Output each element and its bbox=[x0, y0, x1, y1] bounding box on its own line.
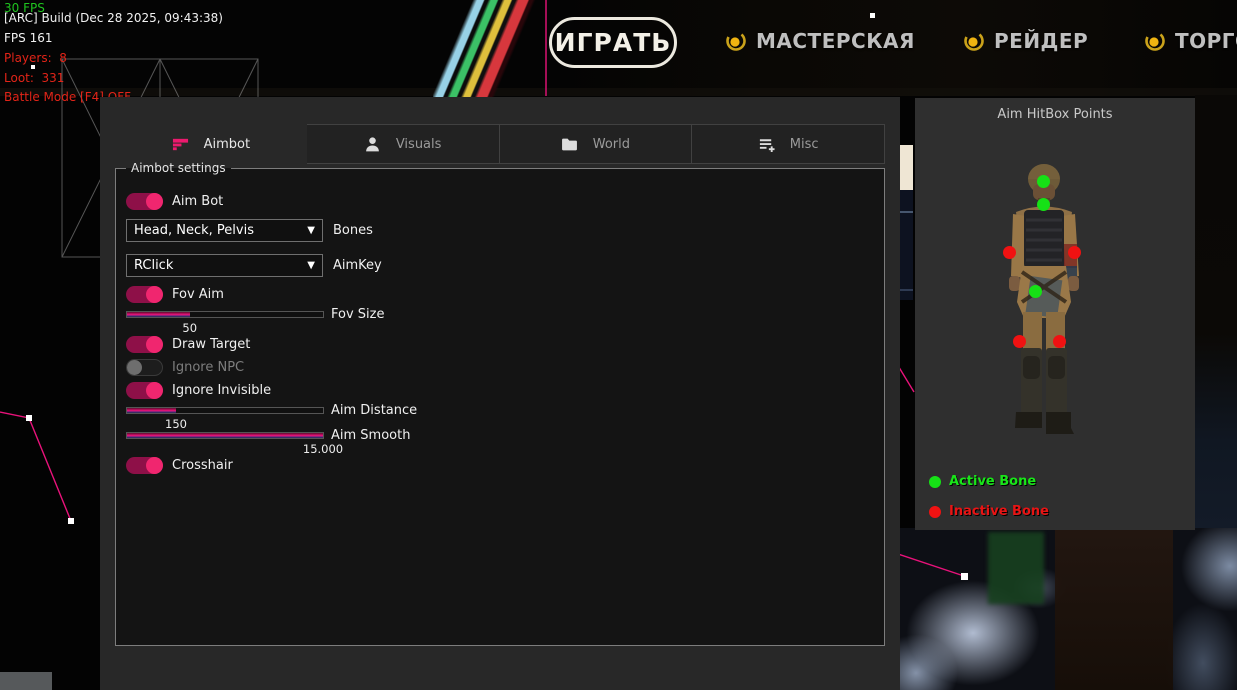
slider-fill bbox=[127, 408, 176, 413]
fov-aim-row: Fov Aim bbox=[126, 286, 874, 303]
hitbox-point-pelvis[interactable] bbox=[1029, 285, 1042, 298]
aim-distance-row: 150 Aim Distance bbox=[126, 405, 874, 426]
toggle-knob bbox=[146, 193, 163, 210]
toggle-knob bbox=[146, 336, 163, 353]
dropdown-value: Head, Neck, Pelvis bbox=[134, 223, 254, 238]
toggle-knob bbox=[127, 360, 142, 375]
aim-smooth-slider[interactable]: 15.000 bbox=[126, 432, 324, 439]
menu-item-trader[interactable]: ТОРГОВЦЫ bbox=[1144, 29, 1237, 53]
slider-fill bbox=[127, 312, 190, 317]
hitbox-panel: Aim HitBox Points bbox=[915, 98, 1195, 530]
active-bone-dot bbox=[929, 476, 941, 488]
person-icon bbox=[364, 136, 381, 153]
raider-icon bbox=[963, 30, 985, 52]
aimbot-settings-group: Aimbot settings Aim Bot Head, Neck, Pelv… bbox=[115, 161, 885, 646]
ignore-invisible-toggle[interactable] bbox=[126, 382, 163, 399]
screen: 30 FPS [ARC] Build (Dec 28 2025, 09:43:3… bbox=[0, 0, 1237, 690]
legend-inactive-bone: Inactive Bone bbox=[929, 504, 1049, 519]
build-info: [ARC] Build (Dec 28 2025, 09:43:38) bbox=[4, 11, 223, 25]
fov-size-slider[interactable]: 50 bbox=[126, 311, 324, 318]
folder-icon bbox=[561, 136, 578, 153]
playlist-add-icon bbox=[758, 136, 775, 153]
players-counter: Players: 8 bbox=[4, 51, 67, 65]
tab-visuals[interactable]: Visuals bbox=[307, 124, 500, 164]
ignore-npc-toggle[interactable] bbox=[126, 359, 163, 376]
menu-item-workshop[interactable]: МАСТЕРСКАЯ bbox=[725, 29, 915, 53]
inactive-bone-dot bbox=[929, 506, 941, 518]
chevron-down-icon: ▼ bbox=[307, 225, 315, 236]
workshop-icon bbox=[725, 30, 747, 52]
ignore-invisible-row: Ignore Invisible bbox=[126, 382, 874, 399]
tab-world[interactable]: World bbox=[500, 124, 693, 164]
slider-label: Fov Size bbox=[331, 307, 384, 322]
toggle-label: Aim Bot bbox=[172, 194, 223, 209]
hitbox-point-neck[interactable] bbox=[1037, 198, 1050, 211]
cheat-window: Aimbot Visuals World bbox=[100, 97, 900, 690]
dropdown-label: AimKey bbox=[333, 258, 382, 273]
draw-target-toggle[interactable] bbox=[126, 336, 163, 353]
loot-counter: Loot: 331 bbox=[4, 71, 64, 85]
legend-label: Inactive Bone bbox=[949, 504, 1049, 519]
crosshair-row: Crosshair bbox=[126, 457, 874, 474]
hitbox-point-right-arm[interactable] bbox=[1068, 246, 1081, 259]
slider-value: 15.000 bbox=[303, 442, 343, 456]
slider-label: Aim Smooth bbox=[331, 428, 410, 443]
pistol-icon bbox=[172, 136, 189, 153]
trader-icon bbox=[1144, 30, 1166, 52]
slider-label: Aim Distance bbox=[331, 403, 417, 418]
aim-distance-slider[interactable]: 150 bbox=[126, 407, 324, 414]
tab-bar: Aimbot Visuals World bbox=[115, 124, 885, 164]
aimkey-row: RClick ▼ AimKey bbox=[126, 251, 874, 280]
tab-label: Visuals bbox=[396, 137, 442, 152]
fov-aim-toggle[interactable] bbox=[126, 286, 163, 303]
bones-dropdown[interactable]: Head, Neck, Pelvis ▼ bbox=[126, 219, 323, 242]
toggle-label: Ignore NPC bbox=[172, 360, 244, 375]
tab-label: World bbox=[593, 137, 630, 152]
legend-label: Active Bone bbox=[949, 474, 1036, 489]
slider-value: 50 bbox=[182, 321, 197, 335]
toggle-knob bbox=[146, 286, 163, 303]
hitbox-point-right-knee[interactable] bbox=[1053, 335, 1066, 348]
slider-value: 150 bbox=[165, 417, 187, 431]
toggle-knob bbox=[146, 382, 163, 399]
aimkey-dropdown[interactable]: RClick ▼ bbox=[126, 254, 323, 277]
aim-bot-row: Aim Bot bbox=[126, 193, 874, 210]
toggle-label: Ignore Invisible bbox=[172, 383, 271, 398]
menu-item-label: МАСТЕРСКАЯ bbox=[756, 29, 915, 53]
ignore-npc-row: Ignore NPC bbox=[126, 359, 874, 376]
draw-target-row: Draw Target bbox=[126, 336, 874, 353]
hitbox-point-left-arm[interactable] bbox=[1003, 246, 1016, 259]
tab-label: Misc bbox=[790, 137, 819, 152]
bones-row: Head, Neck, Pelvis ▼ Bones bbox=[126, 216, 874, 245]
crosshair-toggle[interactable] bbox=[126, 457, 163, 474]
toggle-label: Crosshair bbox=[172, 458, 233, 473]
group-title: Aimbot settings bbox=[126, 161, 231, 175]
toggle-label: Fov Aim bbox=[172, 287, 224, 302]
dropdown-label: Bones bbox=[333, 223, 373, 238]
slider-fill bbox=[127, 433, 323, 438]
menu-item-label: РЕЙДЕР bbox=[994, 29, 1088, 53]
legend-active-bone: Active Bone bbox=[929, 474, 1036, 489]
play-button[interactable]: ИГРАТЬ bbox=[549, 17, 677, 68]
dropdown-value: RClick bbox=[134, 258, 173, 273]
fps-counter: FPS 161 bbox=[4, 31, 52, 45]
tab-aimbot[interactable]: Aimbot bbox=[115, 124, 307, 164]
tab-misc[interactable]: Misc bbox=[692, 124, 885, 164]
hitbox-point-left-knee[interactable] bbox=[1013, 335, 1026, 348]
toggle-knob bbox=[146, 457, 163, 474]
tab-label: Aimbot bbox=[204, 137, 250, 152]
chevron-down-icon: ▼ bbox=[307, 260, 315, 271]
fov-size-row: 50 Fov Size bbox=[126, 309, 874, 330]
hitbox-panel-title: Aim HitBox Points bbox=[915, 107, 1195, 122]
hitbox-point-head[interactable] bbox=[1037, 175, 1050, 188]
menu-item-raider[interactable]: РЕЙДЕР bbox=[963, 29, 1088, 53]
menu-item-label: ТОРГОВЦЫ bbox=[1175, 29, 1237, 53]
aim-bot-toggle[interactable] bbox=[126, 193, 163, 210]
aim-smooth-row: 15.000 Aim Smooth bbox=[126, 430, 874, 451]
toggle-label: Draw Target bbox=[172, 337, 250, 352]
